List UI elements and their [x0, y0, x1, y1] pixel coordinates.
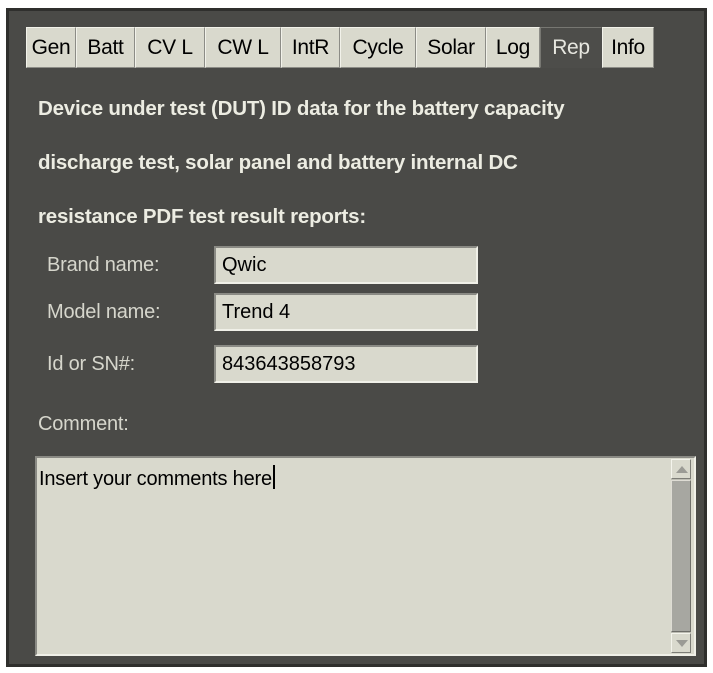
tab-intr[interactable]: IntR: [281, 27, 340, 68]
heading-line-1: Device under test (DUT) ID data for the …: [38, 97, 565, 120]
tab-cycle[interactable]: Cycle: [340, 27, 416, 68]
brand-name-field[interactable]: [214, 246, 478, 284]
model-name-field[interactable]: [214, 293, 478, 331]
scroll-up-button[interactable]: [671, 459, 691, 479]
tab-batt[interactable]: Batt: [76, 27, 135, 68]
tab-cv-l[interactable]: CV L: [135, 27, 205, 68]
tab-log[interactable]: Log: [486, 27, 540, 68]
comment-text: Insert your comments here: [39, 468, 272, 490]
id-sn-label: Id or SN#:: [47, 353, 136, 375]
heading-line-3: resistance PDF test result reports:: [38, 205, 366, 228]
report-heading: Device under test (DUT) ID data for the …: [38, 82, 698, 244]
comment-scrollbar[interactable]: [671, 459, 691, 653]
tab-bar: Gen Batt CV L CW L IntR Cycle Solar Log …: [26, 27, 654, 68]
comment-textarea[interactable]: Insert your comments here: [35, 456, 696, 656]
brand-name-label: Brand name:: [47, 254, 160, 276]
scroll-thumb[interactable]: [671, 480, 691, 632]
tab-gen[interactable]: Gen: [26, 27, 76, 68]
triangle-up-icon: [676, 466, 688, 473]
scroll-down-button[interactable]: [671, 633, 691, 653]
tab-rep[interactable]: Rep: [540, 27, 602, 68]
model-name-label: Model name:: [47, 301, 161, 323]
tab-cw-l[interactable]: CW L: [205, 27, 281, 68]
tab-info[interactable]: Info: [602, 27, 654, 68]
id-sn-field[interactable]: [214, 345, 478, 383]
tab-solar[interactable]: Solar: [416, 27, 486, 68]
text-caret: [272, 465, 275, 489]
comment-label: Comment:: [38, 413, 129, 435]
heading-line-2: discharge test, solar panel and battery …: [38, 151, 518, 174]
triangle-down-icon: [676, 640, 688, 647]
